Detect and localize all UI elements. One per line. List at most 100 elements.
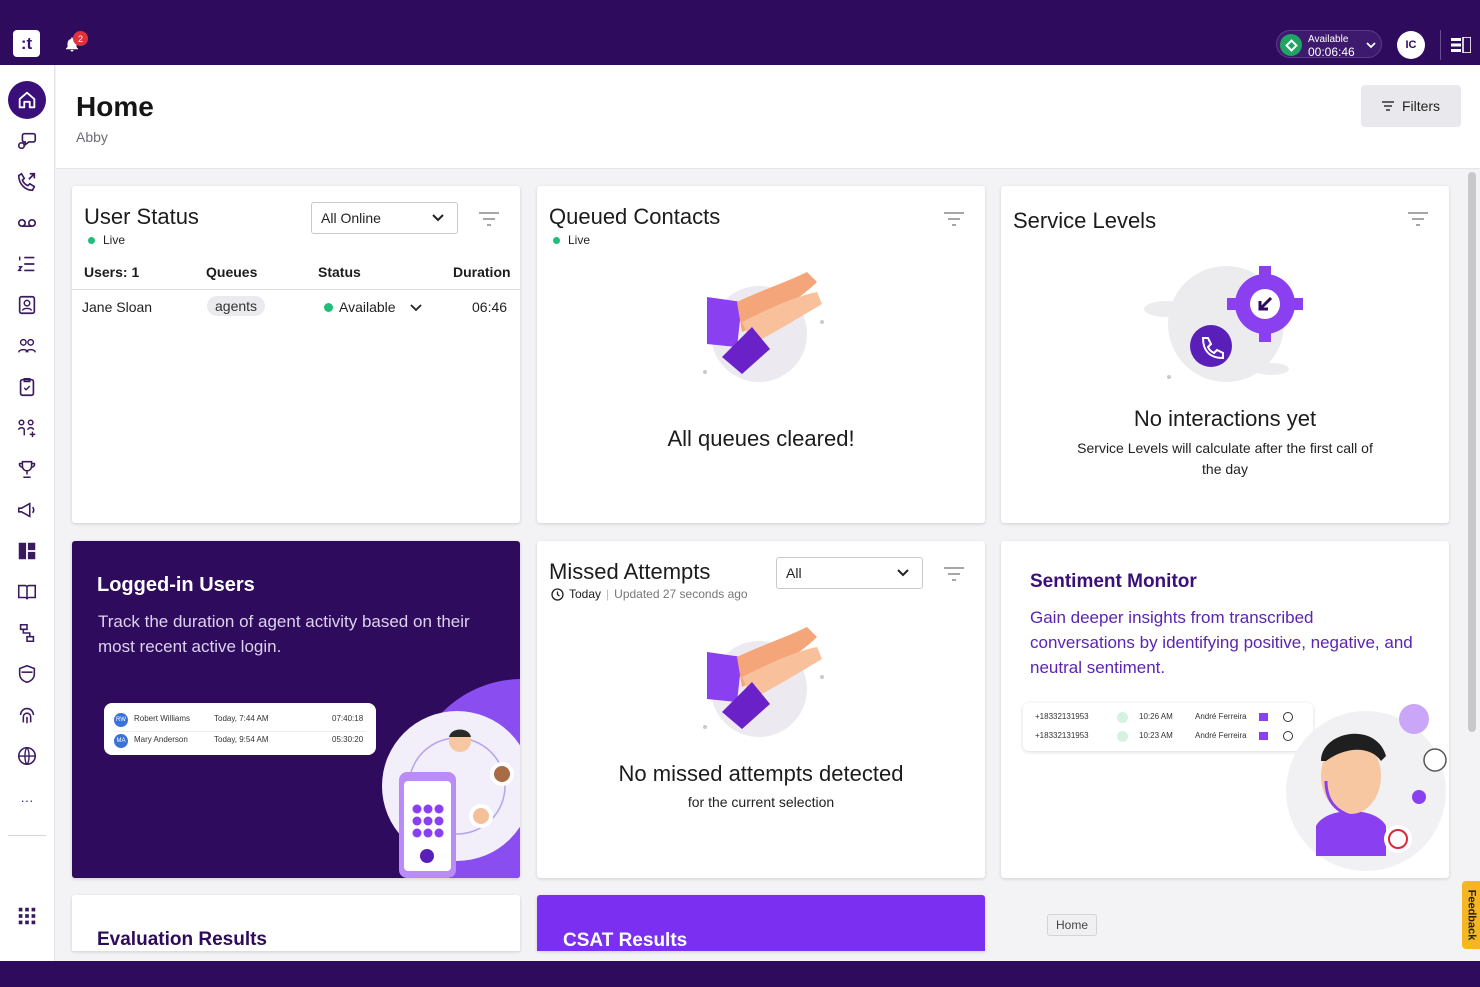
agent-status-toggle[interactable]: Available 00:06:46 [1276, 30, 1382, 59]
voicemail-icon [17, 218, 37, 228]
card-title: User Status [84, 204, 199, 229]
app-logo[interactable]: :t [13, 30, 40, 57]
avatar: RW [114, 713, 128, 727]
user-duration: 06:46 [472, 299, 508, 315]
card-title: Evaluation Results [97, 929, 267, 950]
logged-in-illustration [382, 679, 520, 878]
clapping-hands-illustration [703, 272, 824, 382]
sidebar-item-security[interactable] [8, 655, 46, 693]
column-header-queues: Queues [206, 264, 258, 280]
sidebar-item-campaigns[interactable] [8, 491, 46, 529]
sidebar-item-global[interactable] [8, 737, 46, 775]
card-title: Sentiment Monitor [1030, 571, 1197, 592]
table-divider [72, 289, 520, 290]
sidebar-item-voicemail[interactable] [8, 204, 46, 242]
fingerprint-icon [19, 707, 35, 724]
sidebar-item-tasks[interactable] [8, 368, 46, 406]
sidebar-item-knowledge[interactable] [8, 573, 46, 611]
column-header-users: Users: 1 [84, 264, 140, 280]
feedback-tab[interactable]: Feedback [1462, 881, 1480, 949]
sidebar-item-home[interactable] [8, 81, 46, 119]
sidebar-more-button[interactable]: ··· [8, 781, 46, 819]
page-subtitle: Abby [76, 129, 108, 145]
user-status-card: User Status Live All Online Users: 1 Que… [72, 186, 520, 523]
filter-icon [1381, 101, 1394, 111]
empty-state-message: All queues cleared! [667, 426, 855, 451]
agent-sentiment-illustration [1286, 704, 1447, 871]
filters-label: Filters [1401, 98, 1441, 114]
card-title: Logged-in Users [97, 574, 255, 596]
user-name: Jane Sloan [82, 299, 153, 315]
live-indicator: Live [553, 233, 590, 247]
tasks-icon [19, 378, 35, 397]
avatar: MA [114, 734, 128, 748]
updated-label: Updated 27 seconds ago [614, 587, 748, 601]
live-indicator: Live [88, 233, 125, 247]
contacts-icon [18, 295, 36, 315]
divider [1440, 30, 1441, 60]
logged-in-users-card: Logged-in Users Track the duration of ag… [72, 541, 520, 878]
sidebar-divider [8, 835, 46, 836]
sidebar-item-conversations[interactable] [8, 122, 46, 160]
sidebar-app-launcher[interactable] [8, 897, 46, 935]
clapping-hands-illustration [703, 627, 824, 737]
notification-count-badge: 2 [73, 31, 88, 46]
sidebar-item-queues[interactable] [8, 245, 46, 283]
sidebar-item-contacts[interactable] [8, 286, 46, 324]
chevron-down-icon [409, 303, 422, 311]
apps-grid-icon [18, 907, 36, 925]
service-levels-card: Service Levels No interactions yet Servi… [1001, 186, 1449, 523]
dashboard-icon [18, 542, 36, 560]
card-filter-icon[interactable] [944, 567, 964, 581]
workflow-icon [19, 623, 35, 643]
today-label: Today [569, 587, 602, 601]
column-header-status: Status [318, 264, 361, 280]
sidebar-item-leaderboard[interactable] [8, 450, 46, 488]
live-dot-icon [88, 236, 95, 244]
last-updated-indicator: Today | Updated 27 seconds ago [551, 587, 748, 601]
status-timer: 00:06:46 [1308, 45, 1355, 59]
card-description: Track the duration of agent activity bas… [98, 612, 470, 656]
sidebar-item-identity[interactable] [8, 696, 46, 734]
sidebar-item-calls[interactable] [8, 163, 46, 201]
card-filter-icon[interactable] [1408, 212, 1428, 226]
bottom-bar [0, 961, 1480, 987]
sidebar-item-teams[interactable] [8, 327, 46, 365]
online-filter-dropdown[interactable]: All Online [311, 202, 458, 234]
calls-icon [17, 172, 36, 192]
card-title: Missed Attempts [549, 559, 711, 584]
queued-contacts-card: Queued Contacts Live All queues cleared! [537, 186, 985, 523]
users-icon [18, 419, 36, 438]
side-panel-icon[interactable] [1451, 37, 1471, 53]
queue-list-icon [17, 256, 35, 272]
live-dot-icon [553, 236, 560, 244]
security-icon [18, 664, 36, 684]
empty-state-message: No missed attempts detected [618, 761, 904, 786]
chevron-down-icon [1366, 42, 1376, 49]
queue-chip: agents [207, 296, 266, 316]
chevron-down-icon [897, 569, 909, 577]
globe-icon [17, 746, 37, 766]
campaigns-icon [17, 502, 35, 518]
user-status-select[interactable]: Available [324, 299, 422, 315]
card-filter-icon[interactable] [944, 212, 964, 226]
sidebar-item-dashboards[interactable] [8, 532, 46, 570]
missed-attempts-filter-dropdown[interactable]: All [776, 557, 923, 589]
sidebar-item-workflows[interactable] [8, 614, 46, 652]
positive-sentiment-icon [1117, 731, 1128, 742]
status-label: Available [1308, 34, 1349, 45]
service-levels-illustration [1144, 266, 1303, 382]
card-filter-icon[interactable] [479, 212, 499, 226]
missed-attempts-card: Missed Attempts Today | Updated 27 secon… [537, 541, 985, 878]
evaluation-results-card: Evaluation Results [72, 895, 520, 951]
vertical-scrollbar[interactable] [1468, 172, 1476, 732]
home-tooltip: Home [1047, 914, 1098, 936]
top-bar: :t 2 Available 00:06:46 IC [0, 0, 1480, 65]
empty-state-detail: for the current selection [687, 794, 835, 810]
filters-button[interactable]: Filters [1361, 85, 1461, 127]
user-status-value: Available [339, 299, 396, 315]
sidebar-item-users[interactable] [8, 409, 46, 447]
list-item: RW Robert Williams Today, 7:44 AM 07:40:… [114, 711, 366, 729]
user-avatar[interactable]: IC [1397, 31, 1425, 59]
logged-in-preview-list: RW Robert Williams Today, 7:44 AM 07:40:… [104, 703, 376, 755]
